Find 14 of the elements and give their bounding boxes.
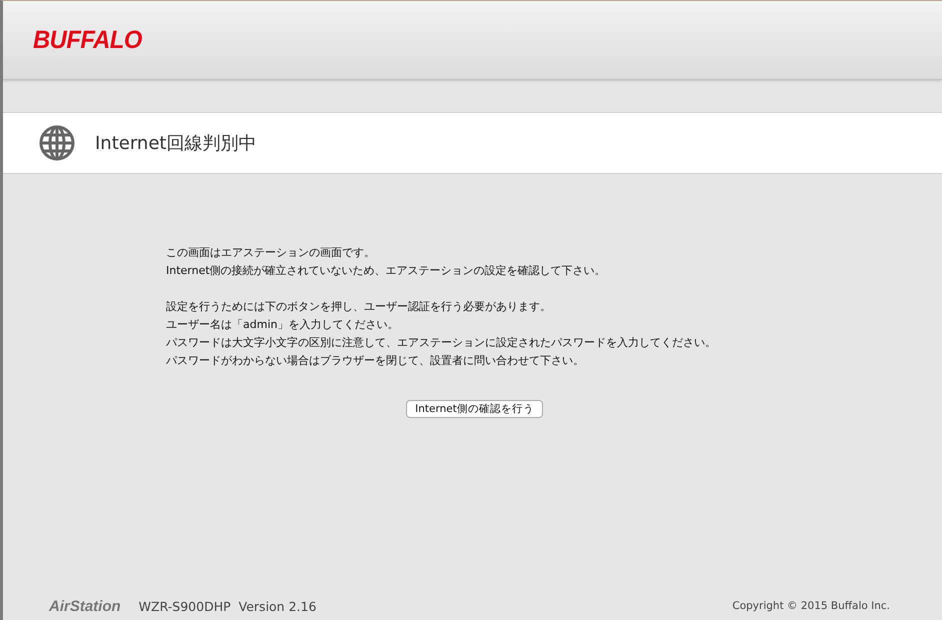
- logo: BUFFALO: [33, 28, 142, 52]
- version-text: Version 2.16: [238, 598, 316, 616]
- copyright-text: Copyright © 2015 Buffalo Inc.: [732, 599, 890, 614]
- page-title: Internet回線判別中: [95, 132, 256, 156]
- message-line: 設定を行うためには下のボタンを押し、ユーザー認証を行う必要があります。: [166, 299, 552, 315]
- check-internet-button[interactable]: Internet側の確認を行う: [406, 400, 543, 418]
- product-logo: AirStation: [49, 596, 121, 617]
- message-line: ユーザー名は「admin」を入力してください。: [166, 317, 400, 333]
- message-line: Internet側の接続が確立されていないため、エアステーションの設定を確認して下さい。: [166, 263, 607, 279]
- message-line: この画面はエアステーションの画面です。: [166, 245, 376, 261]
- globe-icon: [39, 125, 75, 161]
- message-line: パスワードは大文字小文字の区別に注意して、エアステーションに設定されたパスワードを入力してください。: [166, 335, 717, 351]
- message-line: パスワードがわからない場合はブラウザーを閉じて、設置者に問い合わせて下さい。: [166, 353, 585, 369]
- model-name: WZR-S900DHP: [138, 598, 231, 616]
